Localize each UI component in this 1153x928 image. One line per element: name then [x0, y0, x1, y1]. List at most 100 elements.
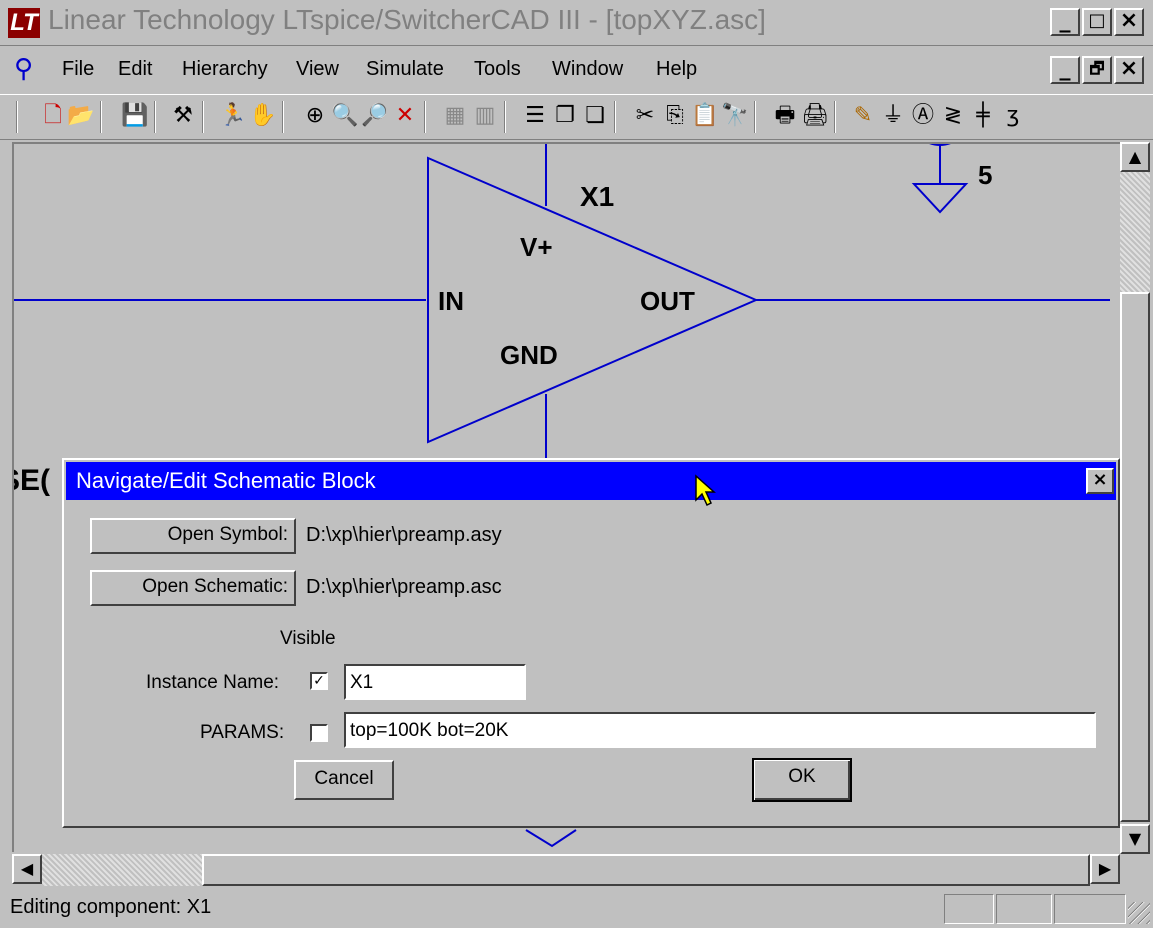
ground-icon[interactable]: ⏚ — [878, 101, 908, 131]
pin-vplus-label: V+ — [520, 232, 553, 262]
window-title: Linear Technology LTspice/SwitcherCAD II… — [48, 4, 766, 35]
document-icon[interactable]: ⚲ — [14, 54, 44, 86]
cancel-button[interactable]: Cancel — [294, 760, 394, 800]
horizontal-scroll-thumb[interactable] — [202, 854, 1090, 886]
menu-view[interactable]: View — [296, 58, 339, 81]
status-text: Editing component: X1 — [10, 896, 212, 918]
control-panel-icon[interactable]: ⚒ — [168, 101, 198, 131]
net-5-flag — [911, 183, 969, 214]
run-icon[interactable]: 🏃 — [218, 101, 248, 131]
window-titlebar: LT Linear Technology LTspice/SwitcherCAD… — [0, 0, 1153, 46]
scroll-up-button[interactable]: ▲ — [1120, 142, 1150, 172]
status-pane — [996, 894, 1052, 924]
menu-simulate[interactable]: Simulate — [366, 58, 444, 81]
params-input[interactable]: top=100K bot=20K — [344, 712, 1096, 748]
toolbar-separator — [202, 101, 204, 133]
label-net-icon[interactable]: Ⓐ — [908, 101, 938, 131]
resize-grip-icon[interactable] — [1128, 902, 1150, 924]
vertical-scrollbar[interactable]: ▲ ▼ — [1120, 142, 1150, 854]
ok-button[interactable]: OK — [752, 758, 852, 802]
mouse-cursor-icon — [695, 474, 716, 507]
autorange-icon[interactable]: ▦ — [440, 101, 470, 131]
horizontal-scrollbar[interactable]: ◀ ▶ — [12, 854, 1120, 886]
toolbar-separator — [282, 101, 284, 133]
toolbar: 🗋 📂 💾 ⚒ 🏃 ✋ ⊕ 🔍 🔎 ✕ ▦ ▥ ☰ ❐ ❏ ✂ ⎘ 📋 🔭 🖶 … — [0, 94, 1153, 140]
toolbar-separator — [16, 101, 18, 133]
dialog-close-button[interactable]: × — [1086, 468, 1114, 494]
toolbar-separator — [424, 101, 426, 133]
toolbar-separator — [614, 101, 616, 133]
toolbar-separator — [154, 101, 156, 133]
doc-close-button[interactable]: × — [1114, 56, 1144, 84]
print-preview-icon[interactable]: 🖶 — [770, 101, 800, 131]
schematic-path: D:\xp\hier\preamp.asc — [306, 576, 502, 598]
toolbar-separator — [834, 101, 836, 133]
menu-edit[interactable]: Edit — [118, 58, 152, 81]
cut-icon[interactable]: ✂ — [630, 101, 660, 131]
scroll-track-left[interactable] — [42, 854, 202, 886]
cascade-icon[interactable]: ❐ — [550, 101, 580, 131]
paste-icon[interactable]: 📋 — [690, 101, 720, 131]
zoom-fit-icon[interactable]: ✕ — [390, 101, 420, 131]
vertical-scroll-thumb[interactable] — [1120, 292, 1150, 822]
close-all-icon[interactable]: ❏ — [580, 101, 610, 131]
find-icon[interactable]: 🔭 — [720, 101, 750, 131]
new-schematic-icon[interactable]: 🗋 — [38, 101, 68, 131]
open-schematic-button[interactable]: Open Schematic: — [90, 570, 296, 606]
params-visible-checkbox[interactable] — [310, 724, 328, 742]
draw-wire-icon[interactable]: ✎ — [848, 101, 878, 131]
pan-icon[interactable]: ✋ — [248, 101, 278, 131]
navigate-edit-dialog: Navigate/Edit Schematic Block × Open Sym… — [62, 458, 1120, 828]
params-label: PARAMS: — [200, 722, 285, 743]
menu-window[interactable]: Window — [552, 58, 623, 81]
net-5-label: 5 — [978, 160, 992, 190]
status-pane — [944, 894, 994, 924]
toolbar-separator — [754, 101, 756, 133]
partial-text-label: SE( — [14, 464, 50, 497]
rotate-icon[interactable]: ▥ — [470, 101, 500, 131]
menu-file[interactable]: File — [62, 58, 94, 81]
print-icon[interactable]: 🖨 — [800, 101, 830, 131]
copy-icon[interactable]: ⎘ — [660, 101, 690, 131]
bottom-flag — [525, 829, 577, 848]
resistor-icon[interactable]: ≷ — [938, 101, 968, 131]
open-symbol-button[interactable]: Open Symbol: — [90, 518, 296, 554]
maximize-button[interactable]: □ — [1082, 8, 1112, 36]
inductor-icon[interactable]: ʒ — [998, 101, 1028, 131]
menubar: ⚲ File Edit Hierarchy View Simulate Tool… — [0, 50, 1153, 94]
menu-tools[interactable]: Tools — [474, 58, 521, 81]
instance-name-input[interactable]: X1 — [344, 664, 526, 700]
zoom-out-icon[interactable]: 🔎 — [360, 101, 390, 131]
pin-in-label: IN — [438, 286, 464, 316]
ltspice-logo-icon: LT — [8, 8, 40, 38]
visible-header: Visible — [280, 628, 336, 649]
toolbar-separator — [504, 101, 506, 133]
zoom-area-icon[interactable]: ⊕ — [300, 101, 330, 131]
pin-gnd-label: GND — [500, 340, 558, 370]
scroll-right-button[interactable]: ▶ — [1090, 854, 1120, 884]
instance-name-label: Instance Name: — [146, 672, 280, 693]
toolbar-separator — [100, 101, 102, 133]
zoom-in-icon[interactable]: 🔍 — [330, 101, 360, 131]
close-button[interactable]: × — [1114, 8, 1144, 36]
status-pane — [1054, 894, 1126, 924]
scroll-left-button[interactable]: ◀ — [12, 854, 42, 884]
component-name-label: X1 — [580, 181, 614, 212]
instance-name-visible-checkbox[interactable]: ✓ — [310, 672, 328, 690]
doc-minimize-button[interactable]: _ — [1050, 56, 1080, 84]
statusbar: Editing component: X1 — [0, 888, 1153, 928]
menu-help[interactable]: Help — [656, 58, 697, 81]
dialog-titlebar[interactable]: Navigate/Edit Schematic Block × — [66, 462, 1116, 500]
dialog-title: Navigate/Edit Schematic Block — [76, 468, 376, 493]
scroll-track-upper[interactable] — [1120, 172, 1150, 292]
symbol-path: D:\xp\hier\preamp.asy — [306, 524, 502, 546]
pin-out-label: OUT — [640, 286, 695, 316]
open-icon[interactable]: 📂 — [66, 101, 96, 131]
doc-restore-button[interactable]: 🗗 — [1082, 56, 1112, 84]
tile-horizontal-icon[interactable]: ☰ — [520, 101, 550, 131]
minimize-button[interactable]: _ — [1050, 8, 1080, 36]
scroll-down-button[interactable]: ▼ — [1120, 824, 1150, 854]
capacitor-icon[interactable]: ╪ — [968, 101, 998, 131]
menu-hierarchy[interactable]: Hierarchy — [182, 58, 268, 81]
save-icon[interactable]: 💾 — [120, 101, 150, 131]
